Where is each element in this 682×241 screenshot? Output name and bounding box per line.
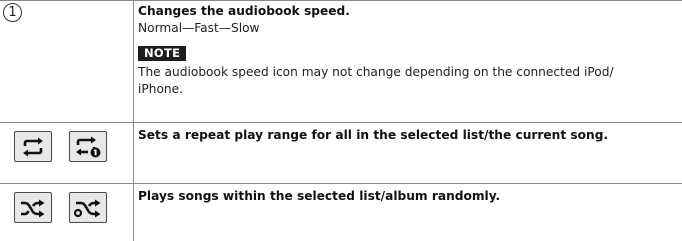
- row-1-marker-cell: 1: [0, 0, 133, 122]
- circled-number-marker: 1: [3, 3, 22, 22]
- row-2-heading: Sets a repeat play range for all in the …: [138, 128, 609, 142]
- repeat-one-button[interactable]: [69, 131, 107, 162]
- shuffle-album-button[interactable]: [69, 192, 107, 223]
- row-2-icon-cell: [0, 122, 133, 183]
- row-1-description-cell: Changes the audiobook speed. Normal—Fast…: [138, 3, 678, 98]
- row-3-icon-cell: [0, 183, 133, 241]
- shuffle-off-icon: [21, 199, 45, 217]
- speed-options-text: Normal—Fast—Slow: [138, 21, 260, 35]
- shuffle-button[interactable]: [14, 192, 52, 223]
- repeat-all-button[interactable]: [14, 131, 52, 162]
- row-3-description-cell: Plays songs within the selected list/alb…: [138, 188, 678, 205]
- row-3-heading: Plays songs within the selected list/alb…: [138, 189, 501, 203]
- row-2-description-cell: Sets a repeat play range for all in the …: [138, 127, 678, 144]
- row-1-heading: Changes the audiobook speed.: [138, 4, 350, 18]
- repeat-one-icon: [76, 136, 101, 157]
- note-text-line-1: The audiobook speed icon may not change …: [138, 65, 614, 79]
- shuffle-album-icon: [73, 199, 101, 217]
- repeat-all-icon: [23, 137, 43, 156]
- settings-table: 1 Changes the audiobook speed. Normal—Fa…: [0, 0, 682, 241]
- table-column-divider: [133, 0, 134, 241]
- note-badge: NOTE: [138, 46, 187, 61]
- note-text-line-2: iPhone.: [138, 82, 184, 96]
